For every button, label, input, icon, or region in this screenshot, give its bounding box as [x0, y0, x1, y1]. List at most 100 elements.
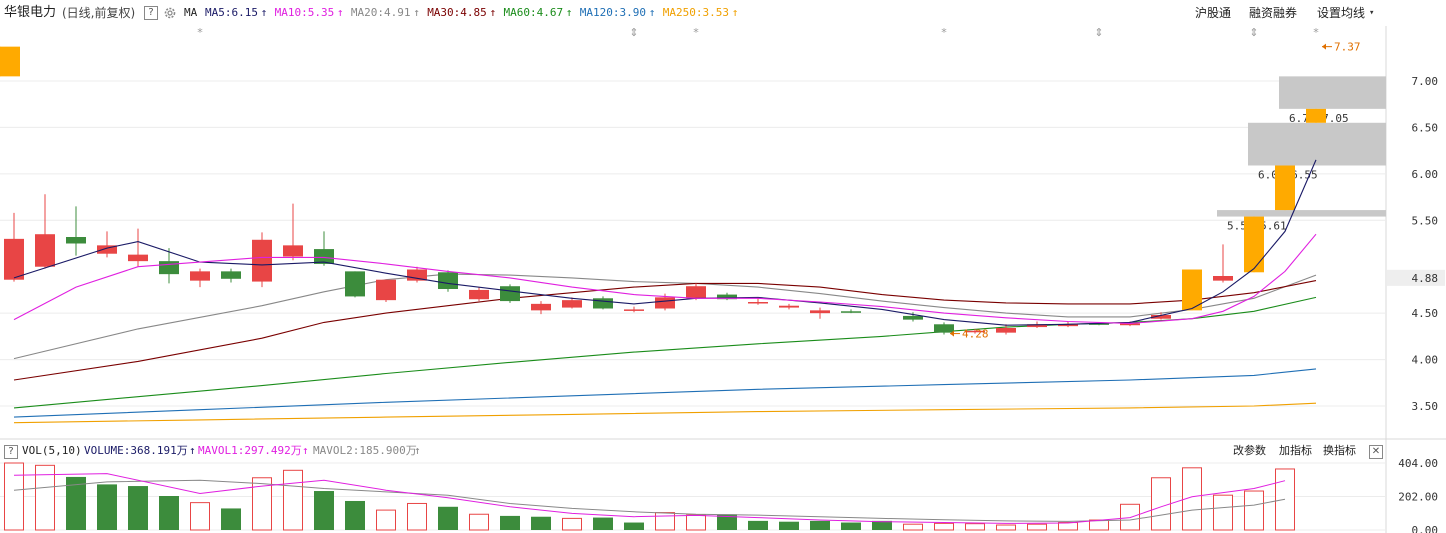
candle-body: [35, 234, 55, 267]
volume-bar: [593, 517, 613, 530]
candle-body: [190, 271, 210, 281]
candle: [1306, 108, 1326, 123]
candle-body: [748, 302, 768, 304]
event-marker-icon: ⇕: [1249, 26, 1258, 39]
volume-bar: [407, 502, 427, 531]
ma-line-ma20: [13, 273, 1317, 360]
volume-bar: [221, 508, 241, 530]
candle: [717, 292, 737, 301]
candle-body: [903, 315, 923, 320]
link-margin-trading[interactable]: 融资融券: [1249, 0, 1297, 26]
candle: [4, 212, 24, 282]
volume-bar: [159, 496, 179, 530]
chart-header: 华银电力 (日线,前复权) ? MA MA5:6.15 ↑ MA10:5.35 ↑ MA…: [0, 0, 1446, 26]
candle-body: [562, 300, 582, 308]
candle: [996, 324, 1016, 335]
ma-legend-item[interactable]: MA5:6.15: [205, 0, 258, 26]
candle-body: [345, 271, 365, 297]
candle: [531, 301, 551, 315]
candle: [376, 279, 396, 302]
volume-bar: [500, 515, 520, 530]
candle-body: [686, 286, 706, 299]
volume-bar: [748, 520, 768, 530]
volume-bar: [779, 521, 799, 530]
candle: [624, 306, 644, 313]
volume-bar: [965, 523, 985, 531]
y-tick-label: 4.50: [1412, 307, 1439, 320]
candle: [469, 287, 489, 302]
link-hugutong[interactable]: 沪股通: [1195, 0, 1231, 26]
link-ma-settings[interactable]: 设置均线: [1317, 0, 1365, 26]
candle-body: [500, 286, 520, 302]
ma-legend-arrow: ↑: [260, 6, 268, 19]
volume-bar: [469, 513, 489, 531]
candle: [190, 268, 210, 288]
annotation-label: 4.28: [962, 328, 989, 341]
volume-bar: [841, 522, 861, 530]
candle-body: [841, 311, 861, 313]
candle-body: [283, 245, 303, 257]
event-marker-icon: *: [693, 26, 699, 39]
ma-legend-item[interactable]: MA120:3.90: [580, 0, 646, 26]
volume-bar: [345, 500, 365, 530]
volume-chart[interactable]: 404.00 202.00 0.00: [0, 440, 1446, 533]
candle: [593, 296, 613, 310]
ma-legend-arrow: ↑: [413, 6, 420, 19]
gear-icon[interactable]: [163, 5, 177, 19]
candle-body: [128, 254, 148, 262]
volume-bar: [531, 516, 551, 530]
candle-body: [0, 46, 20, 77]
candle: [841, 309, 861, 314]
candlestick-chart[interactable]: 7.006.506.005.504.884.504.003.505.54-5.6…: [0, 26, 1446, 440]
ma-line-ma120: [13, 368, 1317, 418]
candle-body: [593, 298, 613, 309]
gap-zone: [1279, 76, 1386, 109]
candle-body: [159, 261, 179, 275]
volume-bar: [314, 491, 334, 530]
candle: [500, 284, 520, 303]
candle-body: [624, 309, 644, 311]
candle: [1244, 216, 1264, 273]
annotation-label: 7.37: [1334, 41, 1361, 54]
volume-bar: [996, 524, 1016, 531]
vol-y-tick-label: 0.00: [1412, 524, 1439, 533]
event-marker-icon: *: [197, 26, 203, 39]
candle: [1213, 244, 1233, 283]
volume-bar: [190, 502, 210, 531]
ma-legend-item[interactable]: MA10:5.35: [275, 0, 335, 26]
help-icon[interactable]: ?: [144, 6, 158, 20]
volume-bar: [810, 520, 830, 530]
candle: [35, 194, 55, 269]
event-marker-icon: ⇕: [1094, 26, 1103, 39]
ma-legend-item[interactable]: MA30:4.85: [427, 0, 487, 26]
candle: [97, 231, 117, 258]
candle: [221, 268, 241, 283]
y-tick-label: 4.00: [1412, 354, 1439, 367]
volume-bar: [4, 462, 24, 531]
ma-legend-item[interactable]: MA60:4.67: [504, 0, 564, 26]
event-marker-icon: *: [1313, 26, 1319, 39]
stock-name[interactable]: 华银电力: [4, 0, 56, 26]
volume-bar: [283, 469, 303, 531]
candle-body: [221, 271, 241, 279]
candle-body: [810, 310, 830, 314]
candle-body: [469, 289, 489, 300]
candle: [438, 270, 458, 292]
ma-legend-arrow: ↑: [565, 6, 573, 19]
candle-body: [66, 237, 86, 244]
volume-bar: [934, 522, 954, 531]
chevron-down-icon[interactable]: ▾: [1369, 0, 1374, 26]
volume-bar: [1089, 519, 1109, 531]
event-marker-icon: ⇕: [629, 26, 638, 39]
period-label: (日线,前复权): [62, 6, 136, 20]
y-tick-label: 3.50: [1412, 400, 1439, 413]
ma-legend-arrow: ↑: [336, 6, 344, 19]
ma-legend-item[interactable]: MA20:4.91: [351, 0, 411, 26]
volume-bar: [903, 523, 923, 531]
volume-bar: [655, 512, 675, 531]
volume-bar: [1151, 477, 1171, 531]
candle: [0, 46, 20, 77]
ma-legend-item[interactable]: MA250:3.53: [663, 0, 729, 26]
y-tick-label: 5.50: [1412, 214, 1439, 227]
candle-body: [1306, 108, 1326, 123]
